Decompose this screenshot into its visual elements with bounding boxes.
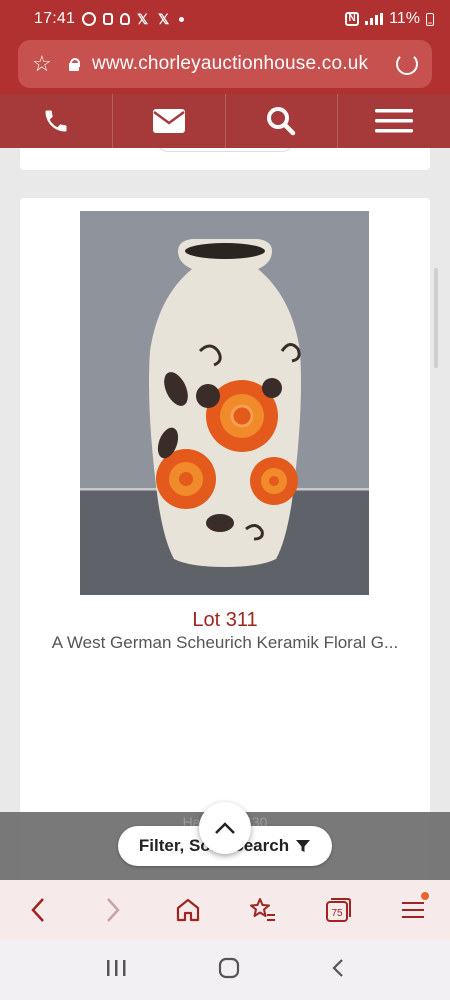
forward-arrow-icon [106,898,120,922]
status-bar: 17:41 𝕏 𝕏 N 11% [0,0,450,38]
home-nav-button[interactable] [218,957,240,984]
home-icon [176,898,199,922]
previous-lot-card[interactable] [20,148,430,170]
system-nav-bar [0,940,450,1000]
notification-dot [420,892,429,900]
filter-icon [296,840,311,852]
lock-icon[interactable] [68,58,80,71]
site-nav [0,94,450,148]
x-app-icon: 𝕏 [158,11,170,27]
notification-icon [82,12,97,26]
recent-apps-button[interactable] [105,958,127,983]
url-text[interactable]: www.chorleyauctionhouse.co.uk [92,53,396,75]
back-chevron-icon [332,958,343,977]
battery-icon [426,12,434,26]
email-icon [152,109,185,133]
browser-top-chrome: 17:41 𝕏 𝕏 N 11% ☆ www.chorleyauctionhous… [0,0,450,94]
browser-menu-button[interactable] [393,890,433,930]
chevron-up-icon [215,822,235,834]
search-icon [267,107,296,136]
more-notifications-icon [179,16,185,22]
notification-icon [103,13,114,25]
home-button[interactable] [168,890,208,930]
back-button[interactable] [18,890,58,930]
back-nav-button[interactable] [331,958,345,983]
search-button[interactable] [226,94,339,148]
tabs-icon: 75 [325,898,351,922]
menu-button[interactable] [338,94,450,148]
scrollbar[interactable] [434,268,438,368]
lot-image[interactable] [80,211,369,595]
battery-percent: 11% [389,10,420,27]
forward-button[interactable] [93,890,133,930]
phone-icon [45,110,67,132]
lot-title[interactable]: A West German Scheurich Keramik Floral G… [30,633,420,653]
star-icon[interactable]: ☆ [32,51,58,77]
home-circle-icon [218,957,240,978]
recent-apps-icon [107,959,126,976]
status-time: 17:41 [34,10,76,27]
hamburger-menu-icon [375,109,414,133]
x-app-icon: 𝕏 [137,11,149,27]
phone-button[interactable] [0,94,113,148]
email-button[interactable] [113,94,226,148]
lot-number[interactable]: Lot 311 [20,609,430,632]
previous-card-button[interactable] [156,148,294,152]
back-arrow-icon [30,898,44,922]
bookmarks-icon [249,898,275,921]
url-bar[interactable]: ☆ www.chorleyauctionhouse.co.uk [18,40,432,88]
bookmarks-button[interactable] [243,890,283,930]
lot-card[interactable]: Lot 311 A West German Scheurich Keramik … [20,198,430,880]
page-content: Lot 311 A West German Scheurich Keramik … [0,148,450,880]
menu-icon [401,902,424,918]
reload-icon[interactable] [396,53,418,75]
signal-icon [365,13,384,25]
back-to-top-button[interactable] [199,802,251,854]
notification-icon [120,13,131,25]
browser-toolbar: 75 [0,880,450,940]
nfc-icon: N [345,12,360,26]
tabs-button[interactable]: 75 [318,890,358,930]
tab-count: 75 [331,908,343,919]
